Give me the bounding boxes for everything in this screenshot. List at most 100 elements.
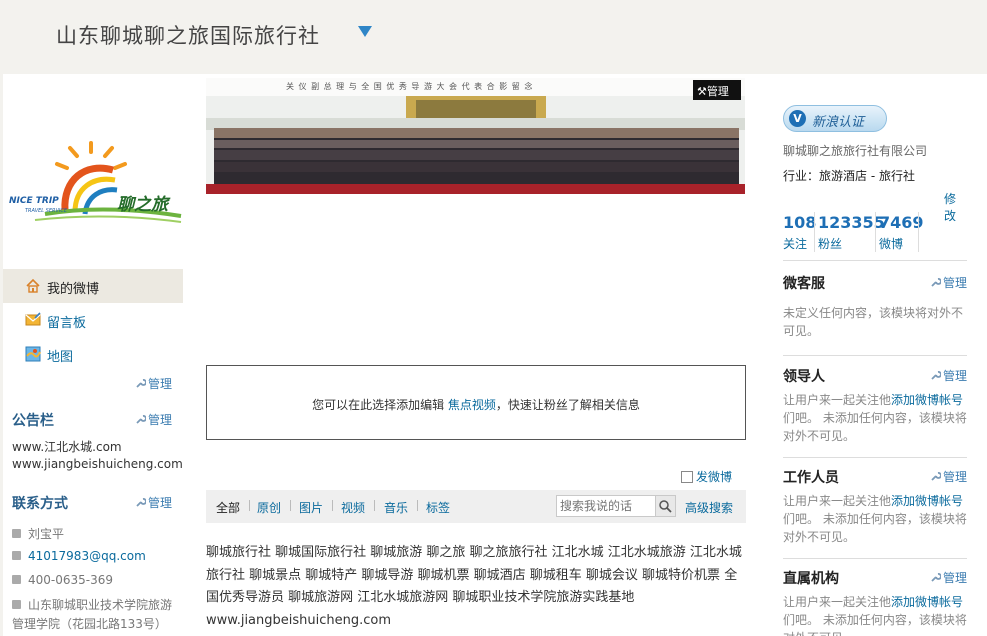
- module-title-customer-service: 微客服: [783, 276, 825, 292]
- tab-separator: [332, 500, 333, 511]
- mail-icon: [12, 551, 21, 560]
- person-icon: [12, 529, 21, 538]
- divider: [783, 558, 967, 559]
- stat-weibo-count[interactable]: 7469: [879, 213, 924, 232]
- tab-original[interactable]: 原创: [257, 499, 281, 516]
- manage-label: 管理: [943, 470, 968, 484]
- stat-following-label[interactable]: 关注: [783, 235, 807, 252]
- module-body-affiliates: 让用户来一起关注他添加微博帐号们吧。 未添加任何内容，该模块将对外不可见。: [783, 593, 969, 636]
- divider: [783, 457, 967, 458]
- focus-video-box: 您可以在此选择添加编辑 焦点视频，快速让粉丝了解相关信息: [206, 365, 746, 440]
- focus-video-prompt: 您可以在此选择添加编辑 焦点视频，快速让粉丝了解相关信息: [207, 396, 745, 413]
- wrench-icon: [135, 378, 147, 389]
- wrench-icon: [930, 277, 942, 288]
- notice-line: www.jiangbeishuicheng.com: [12, 457, 183, 471]
- notice-line: www.江北水城.com: [12, 440, 122, 454]
- nav-map[interactable]: 地图: [3, 337, 183, 371]
- contact-email: 41017983@qq.com: [12, 549, 146, 563]
- contact-address: 山东聊城职业技术学院旅游管理学院（花园北路133号）: [12, 596, 182, 634]
- edit-profile-link[interactable]: 修改: [944, 190, 967, 224]
- wrench-icon: [930, 572, 942, 583]
- manage-label: 管理: [943, 369, 968, 383]
- wrench-icon: [135, 414, 147, 425]
- module-manage-link[interactable]: 管理: [930, 468, 967, 485]
- right-sidebar: V 新浪认证 聊城聊之旅旅行社有限公司 行业：旅游酒店 - 旅行社 修改 108…: [783, 74, 967, 636]
- search-input[interactable]: [556, 495, 656, 517]
- tab-separator: [249, 500, 250, 511]
- tab-all[interactable]: 全部: [216, 499, 240, 516]
- logo-en-text: NICE TRIP: [9, 196, 59, 206]
- home-icon: [25, 278, 41, 294]
- nav-message-board[interactable]: 留言板: [3, 303, 183, 337]
- module-manage-link[interactable]: 管理: [930, 569, 967, 586]
- edit-icon: [681, 471, 693, 483]
- logo-cn-text: 聊之旅: [117, 195, 168, 215]
- advanced-search-link[interactable]: 高级搜索: [685, 499, 733, 516]
- contact-section-title: 联系方式: [12, 496, 68, 512]
- module-manage-link[interactable]: 管理: [930, 274, 967, 291]
- message-board-icon: [25, 312, 41, 328]
- search-button[interactable]: [655, 495, 676, 517]
- location-icon: [12, 600, 21, 609]
- contact-phone: 400-0635-369: [12, 573, 113, 587]
- banner-caption: 关 仪 副 总 理 与 全 国 优 秀 导 游 大 会 代 表 合 影 留 念: [286, 82, 534, 91]
- module-title-staff: 工作人员: [783, 470, 839, 486]
- stat-following-count[interactable]: 108: [783, 213, 816, 232]
- nav-my-weibo[interactable]: 我的微博: [3, 269, 183, 303]
- nav-manage-link[interactable]: 管理: [135, 375, 172, 392]
- contact-phone-number: 400-0635-369: [28, 573, 114, 587]
- tab-separator: [290, 500, 291, 511]
- stat-weibo-label[interactable]: 微博: [879, 235, 903, 252]
- nav-my-weibo-label: 我的微博: [47, 282, 100, 297]
- nav-message-board-label: 留言板: [47, 316, 87, 331]
- module-body-text: 让用户来一起关注他: [783, 494, 892, 508]
- phone-icon: [12, 575, 21, 584]
- tab-music[interactable]: 音乐: [384, 499, 408, 516]
- contact-email-link[interactable]: 41017983@qq.com: [28, 549, 146, 563]
- stat-separator: [814, 212, 815, 252]
- manage-label: 管理: [148, 496, 173, 510]
- contact-manage-link[interactable]: 管理: [135, 494, 172, 511]
- focus-video-link[interactable]: 焦点视频: [448, 398, 496, 412]
- post-weibo-button[interactable]: 发微博: [681, 468, 732, 485]
- module-body-staff: 让用户来一起关注他添加微博帐号们吧。 未添加任何内容，该模块将对外不可见。: [783, 492, 969, 546]
- add-weibo-account-link[interactable]: 添加微博帐号: [891, 393, 963, 407]
- tab-images[interactable]: 图片: [299, 499, 323, 516]
- search-icon: [659, 500, 672, 513]
- company-industry: 行业：旅游酒店 - 旅行社: [783, 169, 915, 183]
- module-title-leaders: 领导人: [783, 369, 825, 385]
- site-title: 山东聊城聊之旅国际旅行社: [56, 24, 320, 48]
- stat-fans-label[interactable]: 粉丝: [818, 235, 842, 252]
- company-logo: NICE TRIP TRAVEL SERVICE 聊之旅: [5, 140, 183, 224]
- banner-manage-label: 管理: [706, 85, 729, 98]
- module-body-leaders: 让用户来一起关注他添加微博帐号们吧。 未添加任何内容，该模块将对外不可见。: [783, 391, 969, 445]
- logo-en-subtext: TRAVEL SERVICE: [25, 208, 68, 214]
- focus-video-text-before: 您可以在此选择添加编辑: [312, 398, 445, 412]
- divider: [783, 355, 967, 356]
- manage-label: 管理: [148, 413, 173, 427]
- divider: [783, 260, 967, 261]
- manage-label: 管理: [943, 276, 968, 290]
- banner-manage-button[interactable]: ⚒管理: [693, 80, 741, 100]
- module-title-affiliates: 直属机构: [783, 571, 839, 587]
- notice-manage-link[interactable]: 管理: [135, 411, 172, 428]
- add-weibo-account-link[interactable]: 添加微博帐号: [891, 494, 963, 508]
- module-manage-link[interactable]: 管理: [930, 367, 967, 384]
- add-weibo-account-link[interactable]: 添加微博帐号: [891, 595, 963, 609]
- sina-verified-badge[interactable]: V 新浪认证: [783, 105, 887, 132]
- tab-videos[interactable]: 视频: [341, 499, 365, 516]
- company-name: 聊城聊之旅旅行社有限公司: [783, 144, 928, 158]
- manage-label: 管理: [943, 571, 968, 585]
- left-sidebar: NICE TRIP TRAVEL SERVICE 聊之旅 我的微博 留言板 地图…: [3, 74, 183, 636]
- manage-label: 管理: [148, 377, 173, 391]
- contact-address-text: 山东聊城职业技术学院旅游管理学院（花园北路133号）: [12, 598, 173, 631]
- focus-video-text-after: ，快速让粉丝了解相关信息: [495, 398, 640, 412]
- tab-tags[interactable]: 标签: [426, 499, 450, 516]
- module-body-text: 们吧。 未添加任何内容，该模块将对外不可见。: [783, 512, 967, 544]
- wrench-icon: [930, 471, 942, 482]
- title-dropdown-arrow-icon[interactable]: [358, 26, 372, 37]
- tab-separator: [417, 500, 418, 511]
- module-body-text: 们吧。 未添加任何内容，该模块将对外不可见。: [783, 613, 967, 636]
- nav-map-label: 地图: [47, 350, 74, 365]
- profile-tags-text: 聊城旅行社 聊城国际旅行社 聊城旅游 聊之旅 聊之旅旅行社 江北水城 江北水城旅…: [206, 545, 742, 628]
